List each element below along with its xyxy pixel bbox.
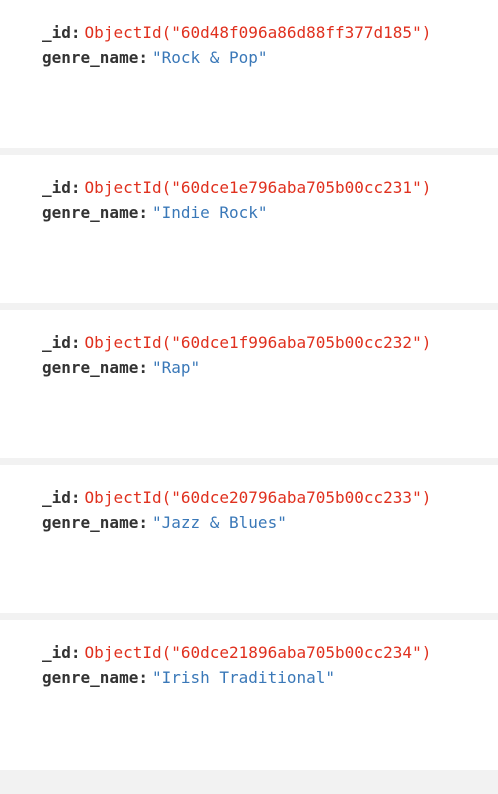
key-colon: :	[138, 668, 148, 687]
id-key: _id	[42, 333, 71, 352]
genre-key: genre_name	[42, 513, 139, 532]
genre-key: genre_name	[42, 203, 139, 222]
document-card[interactable]: _id: ObjectId("60dce1e796aba705b00cc231")…	[0, 155, 498, 303]
document-list: _id: ObjectId("60d48f096a86d88ff377d185")…	[0, 0, 498, 770]
key-colon: :	[138, 48, 148, 67]
id-key: _id	[42, 178, 71, 197]
key-colon: :	[70, 178, 81, 197]
id-value: ObjectId("60dce1f996aba705b00cc232")	[84, 333, 432, 352]
id-field-row: _id: ObjectId("60dce1f996aba705b00cc232")	[42, 330, 498, 355]
id-value: ObjectId("60dce21896aba705b00cc234")	[84, 643, 432, 662]
id-value: ObjectId("60dce1e796aba705b00cc231")	[84, 178, 432, 197]
id-field-row: _id: ObjectId("60dce1e796aba705b00cc231")	[42, 175, 498, 200]
document-card[interactable]: _id: ObjectId("60d48f096a86d88ff377d185")…	[0, 0, 498, 148]
key-colon: :	[70, 488, 81, 507]
key-colon: :	[138, 203, 148, 222]
key-colon: :	[138, 358, 148, 377]
genre-value: "Indie Rock"	[151, 203, 268, 222]
document-card[interactable]: _id: ObjectId("60dce21896aba705b00cc234")…	[0, 620, 498, 770]
genre-key: genre_name	[42, 358, 139, 377]
key-colon: :	[70, 333, 81, 352]
id-field-row: _id: ObjectId("60dce21896aba705b00cc234")	[42, 640, 498, 665]
key-colon: :	[70, 23, 81, 42]
id-key: _id	[42, 23, 71, 42]
genre-field-row: genre_name: "Irish Traditional"	[42, 665, 498, 690]
genre-key: genre_name	[42, 48, 139, 67]
genre-value: "Irish Traditional"	[151, 668, 335, 687]
id-value: ObjectId("60dce20796aba705b00cc233")	[84, 488, 432, 507]
genre-field-row: genre_name: "Indie Rock"	[42, 200, 498, 225]
id-field-row: _id: ObjectId("60dce20796aba705b00cc233")	[42, 485, 498, 510]
genre-field-row: genre_name: "Jazz & Blues"	[42, 510, 498, 535]
document-card[interactable]: _id: ObjectId("60dce20796aba705b00cc233")…	[0, 465, 498, 613]
key-colon: :	[138, 513, 148, 532]
document-card[interactable]: _id: ObjectId("60dce1f996aba705b00cc232")…	[0, 310, 498, 458]
genre-value: "Rap"	[151, 358, 201, 377]
id-key: _id	[42, 643, 71, 662]
id-value: ObjectId("60d48f096a86d88ff377d185")	[84, 23, 432, 42]
genre-field-row: genre_name: "Rap"	[42, 355, 498, 380]
id-field-row: _id: ObjectId("60d48f096a86d88ff377d185")	[42, 20, 498, 45]
genre-value: "Rock & Pop"	[151, 48, 268, 67]
key-colon: :	[70, 643, 81, 662]
genre-value: "Jazz & Blues"	[151, 513, 287, 532]
genre-key: genre_name	[42, 668, 139, 687]
id-key: _id	[42, 488, 71, 507]
genre-field-row: genre_name: "Rock & Pop"	[42, 45, 498, 70]
